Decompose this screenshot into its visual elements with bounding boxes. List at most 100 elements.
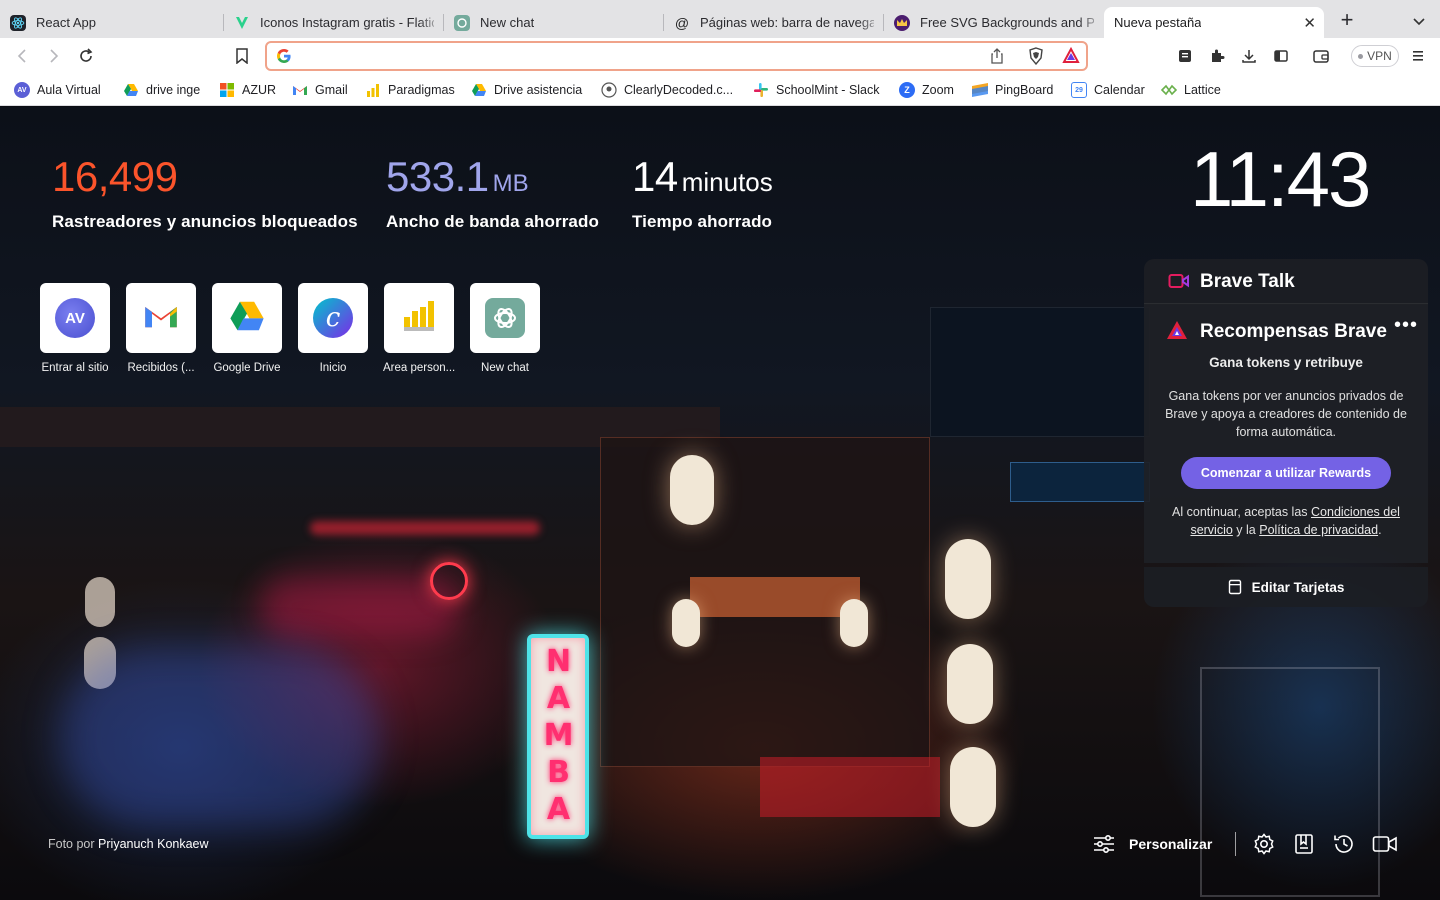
stat-bandwidth: 533.1 MB Ancho de banda ahorrado [386,156,599,232]
forward-icon[interactable] [44,46,64,66]
photo-credit-author[interactable]: Priyanuch Konkaew [98,837,208,851]
bookmark-icon[interactable] [232,46,252,66]
canva-icon: c [313,298,353,338]
tab-svg-backgrounds[interactable]: Free SVG Backgrounds and Patterns [884,7,1104,38]
calendar-icon: 29 [1071,82,1087,98]
bookmark-label: Zoom [922,83,954,97]
rewards-title: Recompensas Brave [1200,321,1387,342]
settings-gear-icon[interactable] [1252,832,1276,856]
bookmark-calendar[interactable]: 29 Calendar [1071,82,1145,98]
download-icon[interactable] [1239,46,1259,66]
top-site-inicio[interactable]: c Inicio [297,283,369,374]
bookmark-drive-asistencia[interactable]: Drive asistencia [471,82,582,98]
shop-sign [1010,462,1150,502]
reader-mode-icon[interactable] [1175,46,1195,66]
tab-label: React App [36,15,96,30]
address-bar[interactable] [265,41,1088,71]
top-site-label: Recibidos (... [127,362,195,374]
top-site-label: Google Drive [213,362,281,374]
menu-icon[interactable] [1408,46,1428,66]
chevron-down-icon[interactable] [1410,12,1428,30]
back-icon[interactable] [12,46,32,66]
bookmark-gmail[interactable]: Gmail [292,82,348,98]
sliders-icon [1093,834,1115,854]
gate-shape [1200,667,1380,897]
tab-react-app[interactable]: React App [0,7,224,38]
top-site-tile[interactable]: c [298,283,368,353]
tab-label: Páginas web: barra de navegación [700,15,874,30]
lantern [947,644,993,724]
bookmark-lattice[interactable]: Lattice [1161,82,1221,98]
tab-nueva-pestana[interactable]: Nueva pestaña ✕ [1104,7,1324,38]
bookmark-schoolmint-slack[interactable]: SchoolMint - Slack [753,82,880,98]
edit-cards-label: Editar Tarjetas [1251,579,1345,595]
bookmark-aula-virtual[interactable]: AV Aula Virtual [14,82,101,98]
brave-talk-card[interactable]: Brave Talk [1144,259,1428,305]
top-site-tile[interactable] [470,283,540,353]
bookmark-label: Gmail [315,83,348,97]
gmail-icon [143,302,179,335]
bookmark-zoom[interactable]: Z Zoom [899,82,954,98]
bookmark-drive-inge[interactable]: drive inge [123,82,200,98]
zoom-icon: Z [899,82,915,98]
start-rewards-button[interactable]: Comenzar a utilizar Rewards [1181,457,1391,489]
neon-sign-text: NAMBA [541,644,576,829]
address-input[interactable] [299,47,979,65]
bookmark-azur[interactable]: AZUR [219,82,276,98]
brave-rewards-icon[interactable] [1062,46,1080,70]
terms-prefix: Al continuar, aceptas las [1172,505,1308,519]
flaticon-icon [234,15,250,31]
share-icon[interactable] [989,47,1005,70]
stat-time: 14 minutos Tiempo ahorrado [632,156,773,232]
time-saved-label: Tiempo ahorrado [632,212,773,231]
bookmarks-icon[interactable] [1292,832,1316,856]
terms-suffix: . [1378,523,1382,537]
close-icon[interactable]: ✕ [1303,14,1316,32]
tab-label: Nueva pestaña [1114,15,1202,30]
top-site-tile[interactable] [384,283,454,353]
chatgpt-icon [454,14,470,31]
top-site-tile[interactable] [126,283,196,353]
brave-rewards-card: Recompensas Brave ••• Gana tokens y retr… [1144,303,1428,563]
brave-shields-icon[interactable] [1028,47,1044,70]
vpn-label: VPN [1367,49,1392,63]
customize-button[interactable]: Personalizar [1093,832,1212,856]
react-icon [10,14,26,31]
time-saved-value: 14 [632,153,678,200]
tab-strip: React App Iconos Instagram gratis - Flat… [0,0,1440,38]
top-site-label: New chat [481,362,529,374]
edit-cards-button[interactable]: Editar Tarjetas [1144,567,1428,607]
brave-talk-icon[interactable] [1372,832,1398,856]
tab-new-chat[interactable]: New chat [444,7,664,38]
top-site-tile[interactable]: AV [40,283,110,353]
top-site-new-chat[interactable]: New chat [469,283,541,374]
footer-divider [1235,832,1236,856]
top-site-recibidos[interactable]: Recibidos (... [125,283,197,374]
sidebar-icon[interactable] [1271,46,1291,66]
top-site-entrar-al-sitio[interactable]: AV Entrar al sitio [39,283,111,374]
bandwidth-value: 533.1 [386,153,489,200]
bookmark-pingboard[interactable]: PingBoard [972,82,1053,98]
vpn-button[interactable]: VPN [1351,45,1399,67]
privacy-policy-link[interactable]: Política de privacidad [1259,523,1378,537]
google-icon [276,48,292,64]
reload-icon[interactable] [76,46,96,66]
bookmark-label: Calendar [1094,83,1145,97]
tab-paginas-web[interactable]: @ Páginas web: barra de navegación [664,7,884,38]
top-site-label: Área person... [383,362,455,374]
top-site-area-personal[interactable]: Área person... [383,283,455,374]
bookmark-label: PingBoard [995,83,1054,97]
top-site-google-drive[interactable]: Google Drive [211,283,283,374]
top-site-tile[interactable] [212,283,282,353]
new-tab-button[interactable]: + [1336,9,1358,32]
bookmark-clearlydecoded[interactable]: ClearlyDecoded.c... [601,82,733,98]
extensions-icon[interactable] [1207,46,1227,66]
history-icon[interactable] [1332,832,1356,856]
bookmark-paradigmas[interactable]: Paradigmas [365,82,455,98]
bandwidth-label: Ancho de banda ahorrado [386,212,599,231]
wallet-icon[interactable] [1311,46,1331,66]
tab-flaticon[interactable]: Iconos Instagram gratis - Flaticon [224,7,444,38]
bookmarks-bar: AV Aula Virtual drive inge AZUR Gmail Pa… [0,74,1440,106]
more-options-icon[interactable]: ••• [1394,314,1418,337]
bookmark-label: SchoolMint - Slack [776,83,880,97]
